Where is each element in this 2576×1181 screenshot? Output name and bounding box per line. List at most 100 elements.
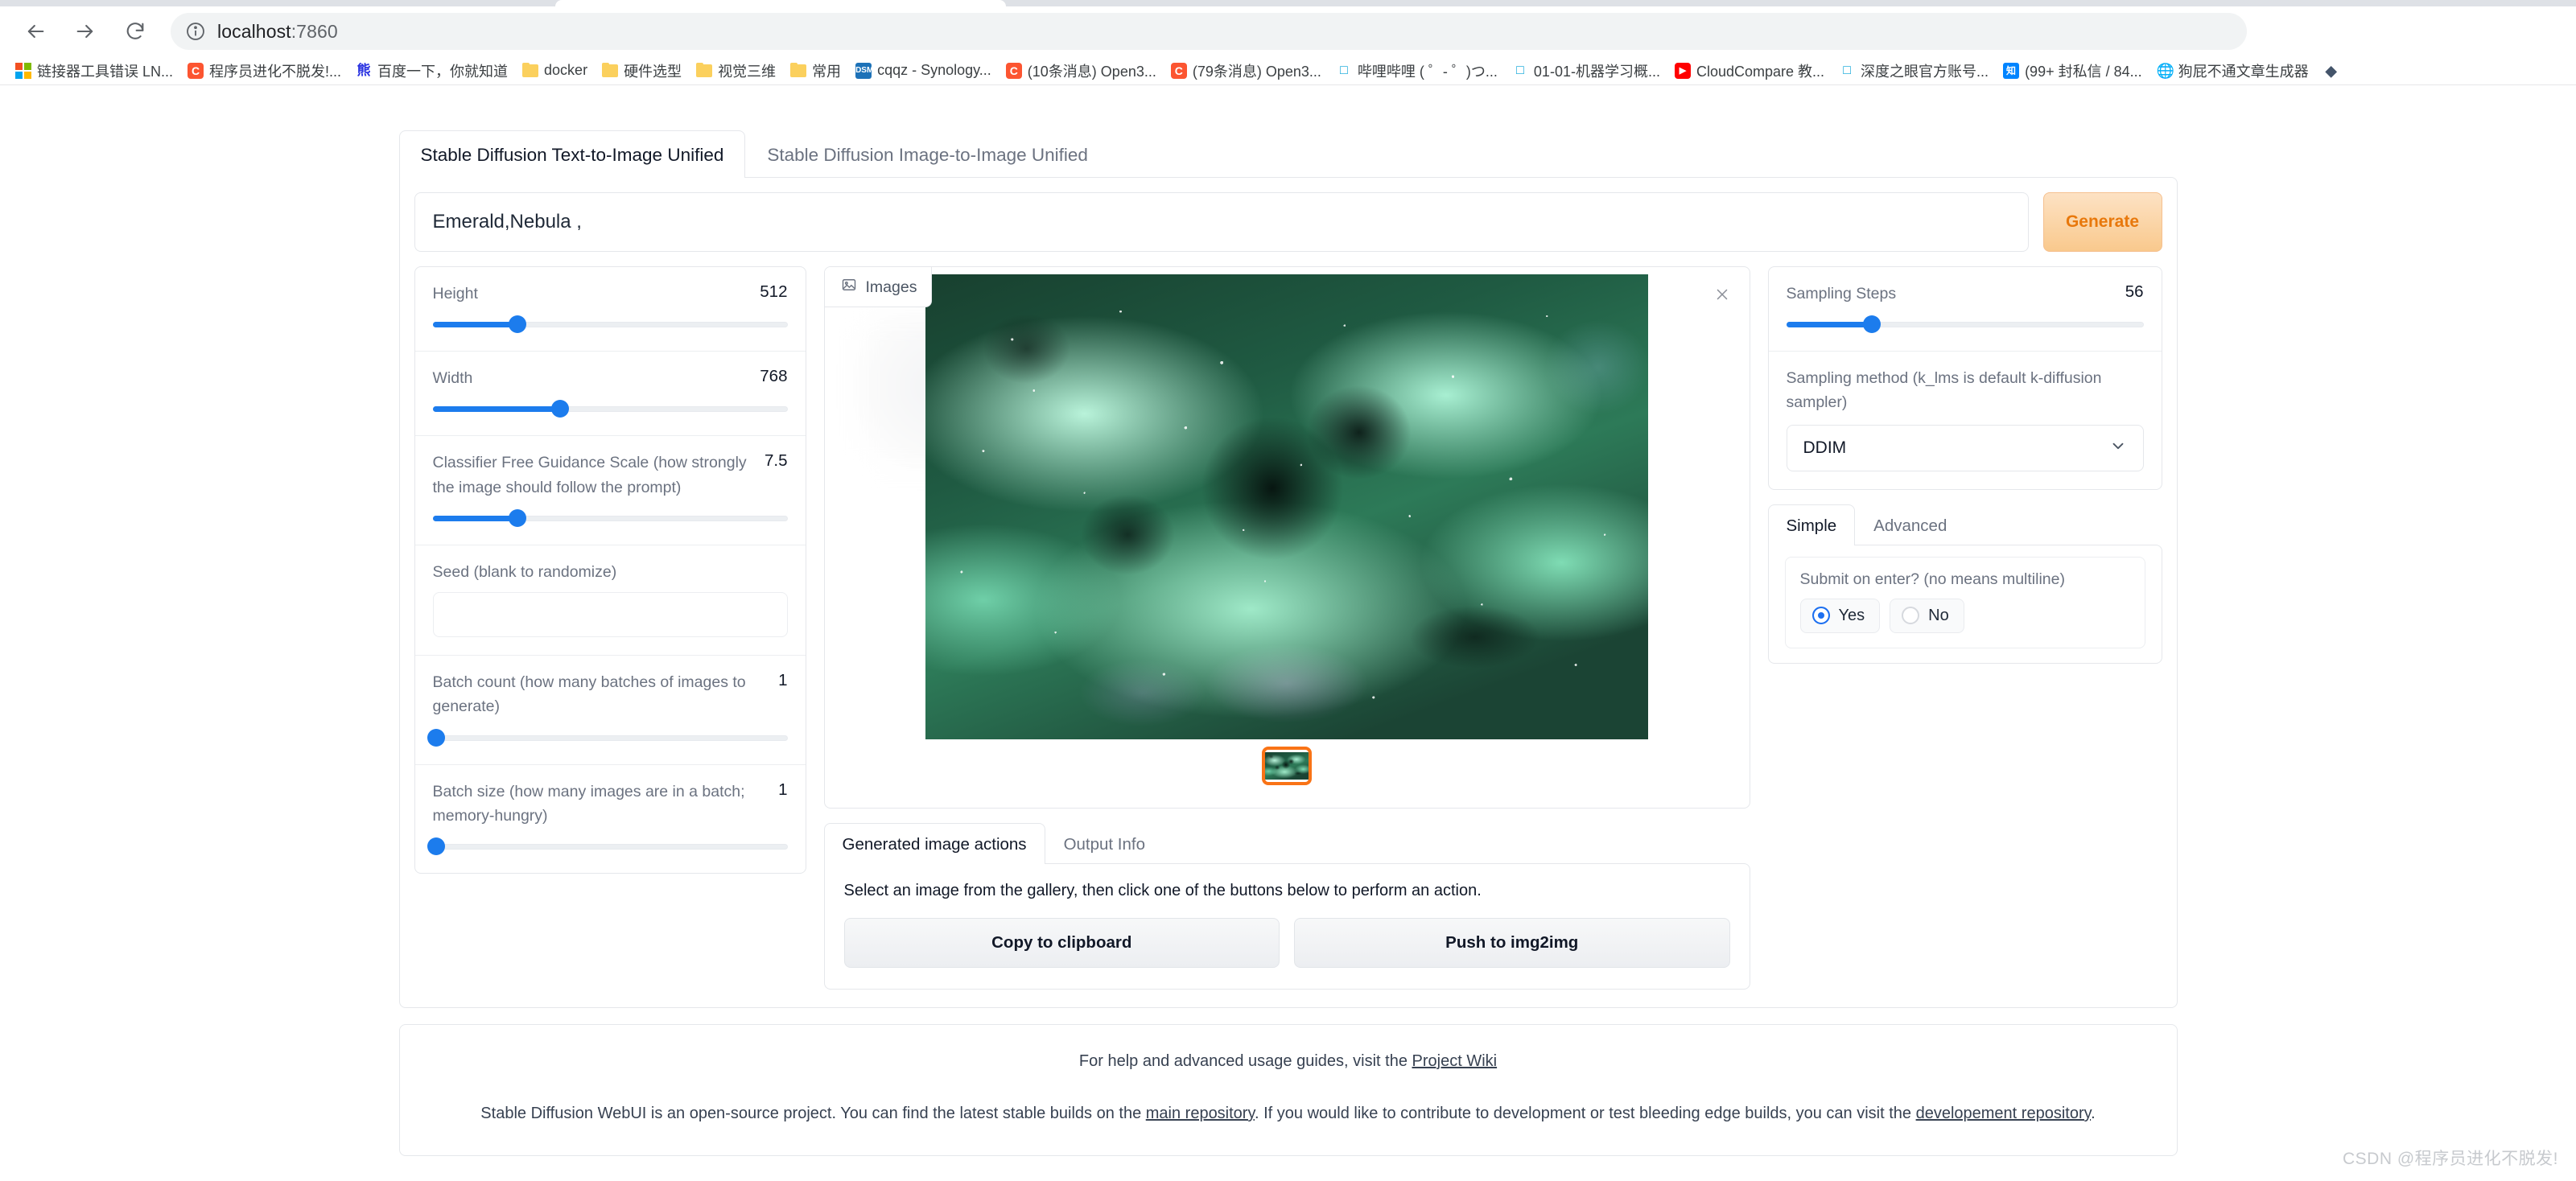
tab-image-to-image[interactable]: Stable Diffusion Image-to-Image Unified <box>745 130 1110 178</box>
slider-thumb[interactable] <box>427 837 445 855</box>
footer-help-prefix: For help and advanced usage guides, visi… <box>1079 1052 1412 1070</box>
bookmark-item[interactable]: 知(99+ 封私信 / 84... <box>1996 58 2149 84</box>
bookmark-item[interactable]: 链接器工具错误 LN... <box>8 58 180 84</box>
app-container: Stable Diffusion Text-to-Image Unified S… <box>399 130 2178 1008</box>
bookmark-item[interactable]: 🌐狗屁不通文章生成器 <box>2149 58 2316 84</box>
gallery-tab-images[interactable]: Images <box>825 267 933 307</box>
bilibili-icon: □ <box>1336 63 1352 79</box>
close-icon[interactable] <box>1706 278 1738 311</box>
submit-on-enter-group: Submit on enter? (no means multiline) Ye… <box>1785 557 2145 648</box>
generated-image[interactable] <box>925 274 1648 739</box>
tab-generated-image-actions[interactable]: Generated image actions <box>824 823 1045 864</box>
field-batch: Batch count (how many batches of images … <box>415 655 806 763</box>
bookmark-label: (10条消息) Open3... <box>1028 60 1156 81</box>
reload-icon[interactable] <box>113 9 158 54</box>
bookmark-label: docker <box>544 62 587 79</box>
layers-icon[interactable]: ◆ <box>2316 60 2347 81</box>
push-to-img2img-button[interactable]: Push to img2img <box>1294 918 1730 968</box>
csdn-icon: C <box>1006 63 1022 79</box>
bookmark-item[interactable]: ▶ CloudCompare 教... <box>1667 58 1832 84</box>
slider[interactable] <box>433 729 788 747</box>
tab-generated-image-actions-label: Generated image actions <box>843 835 1027 854</box>
sampling-method-dropdown[interactable]: DDIM <box>1787 425 2144 471</box>
slider[interactable] <box>433 837 788 855</box>
main-repository-link[interactable]: main repository <box>1146 1105 1255 1122</box>
slider[interactable] <box>433 315 788 333</box>
bookmark-item[interactable]: docker <box>515 60 595 81</box>
field-label: Batch size (how many images are in a bat… <box>433 780 768 828</box>
address-bar[interactable]: localhost:7860 <box>171 13 2247 50</box>
field-sampling-steps: Sampling Steps 56 <box>1769 267 2162 351</box>
left-settings-group: Height512Width768Classifier Free Guidanc… <box>414 266 806 874</box>
radio-no[interactable]: No <box>1890 599 1964 633</box>
prompt-input[interactable]: Emerald,Nebula , <box>414 192 2029 252</box>
site-info-icon[interactable] <box>185 21 206 42</box>
gallery-thumbnail-selected[interactable] <box>1262 747 1312 785</box>
bookmark-item[interactable]: □ 01-01-机器学习概... <box>1505 58 1667 84</box>
bookmark-label: 百度一下，你就知道 <box>377 60 508 81</box>
bookmark-item[interactable]: C (10条消息) Open3... <box>999 58 1164 84</box>
bookmark-item[interactable]: □深度之眼官方账号... <box>1832 58 1996 84</box>
browser-tabstrip <box>0 0 2576 6</box>
copy-to-clipboard-button[interactable]: Copy to clipboard <box>844 918 1280 968</box>
url-host: localhost <box>217 21 291 42</box>
development-repository-link[interactable]: developement repository <box>1916 1105 2092 1122</box>
sampling-steps-slider[interactable] <box>1787 315 2144 333</box>
browser-tab[interactable] <box>555 0 1006 6</box>
footer-about-a: Stable Diffusion WebUI is an open-source… <box>480 1105 1145 1122</box>
sampling-steps-label: Sampling Steps <box>1787 282 1897 306</box>
actions-tabs: Generated image actions Output Info <box>824 823 1750 864</box>
forward-arrow-icon[interactable] <box>63 9 108 54</box>
tab-text-to-image[interactable]: Stable Diffusion Text-to-Image Unified <box>399 130 746 178</box>
field-width: Width768 <box>415 351 806 435</box>
slider-thumb[interactable] <box>1863 315 1881 333</box>
slider[interactable] <box>433 400 788 418</box>
folder-icon <box>696 63 712 79</box>
watermark: CSDN @程序员进化不脱发! <box>2343 1146 2558 1170</box>
bookmark-item[interactable]: □哔哩哔哩 ( ゜- ゜)つ... <box>1329 58 1505 84</box>
radio-no-dot <box>1902 607 1919 624</box>
slider[interactable] <box>433 509 788 527</box>
youtube-icon: ▶ <box>1675 63 1691 79</box>
bookmark-label: CloudCompare 教... <box>1696 60 1824 81</box>
bookmark-label: 01-01-机器学习概... <box>1534 60 1660 81</box>
bookmark-item[interactable]: 常用 <box>783 58 848 84</box>
tab-advanced[interactable]: Advanced <box>1855 504 1965 545</box>
bookmark-item[interactable]: 视觉三维 <box>689 58 783 84</box>
generate-button[interactable]: Generate <box>2043 192 2162 252</box>
slider-thumb[interactable] <box>427 729 445 747</box>
bookmark-label: (99+ 封私信 / 84... <box>2025 60 2142 81</box>
tab-output-info[interactable]: Output Info <box>1045 823 1164 864</box>
radio-yes[interactable]: Yes <box>1800 599 1881 633</box>
folder-icon <box>602 63 618 79</box>
slider-thumb[interactable] <box>509 315 526 333</box>
project-wiki-link[interactable]: Project Wiki <box>1412 1052 1498 1070</box>
gallery-tab-label: Images <box>866 278 917 297</box>
bookmark-label: 狗屁不通文章生成器 <box>2178 60 2309 81</box>
back-arrow-icon[interactable] <box>13 9 58 54</box>
field-label: Height <box>433 282 478 306</box>
field-value: 1 <box>778 780 787 800</box>
actions-buttons: Copy to clipboard Push to img2img <box>844 918 1730 968</box>
footer-help-line: For help and advanced usage guides, visi… <box>400 1052 2177 1071</box>
bilibili-icon: □ <box>1512 63 1528 79</box>
copy-to-clipboard-label: Copy to clipboard <box>991 933 1131 953</box>
prompt-value: Emerald,Nebula , <box>433 211 582 233</box>
layers-glyph: ◆ <box>2323 63 2339 79</box>
slider-thumb[interactable] <box>509 509 526 527</box>
field-height: Height512 <box>415 267 806 351</box>
generate-button-label: Generate <box>2066 212 2139 232</box>
bookmark-label: 视觉三维 <box>718 60 776 81</box>
main-tabs: Stable Diffusion Text-to-Image Unified S… <box>399 130 2178 178</box>
submit-on-enter-legend: Submit on enter? (no means multiline) <box>1800 570 2130 589</box>
bookmark-item[interactable]: 硬件选型 <box>595 58 689 84</box>
bookmark-item[interactable]: C(79条消息) Open3... <box>1164 58 1329 84</box>
thumbnail-image <box>1265 752 1309 780</box>
bookmark-item[interactable]: 熊百度一下，你就知道 <box>348 58 515 84</box>
bookmark-item[interactable]: C程序员进化不脱发!... <box>180 58 348 84</box>
seed-input[interactable] <box>433 592 788 637</box>
bookmark-item[interactable]: DSMcqqz - Synology... <box>848 60 999 81</box>
submit-on-enter-options: Yes No <box>1800 599 2130 633</box>
tab-simple[interactable]: Simple <box>1768 504 1856 545</box>
slider-thumb[interactable] <box>551 400 569 418</box>
